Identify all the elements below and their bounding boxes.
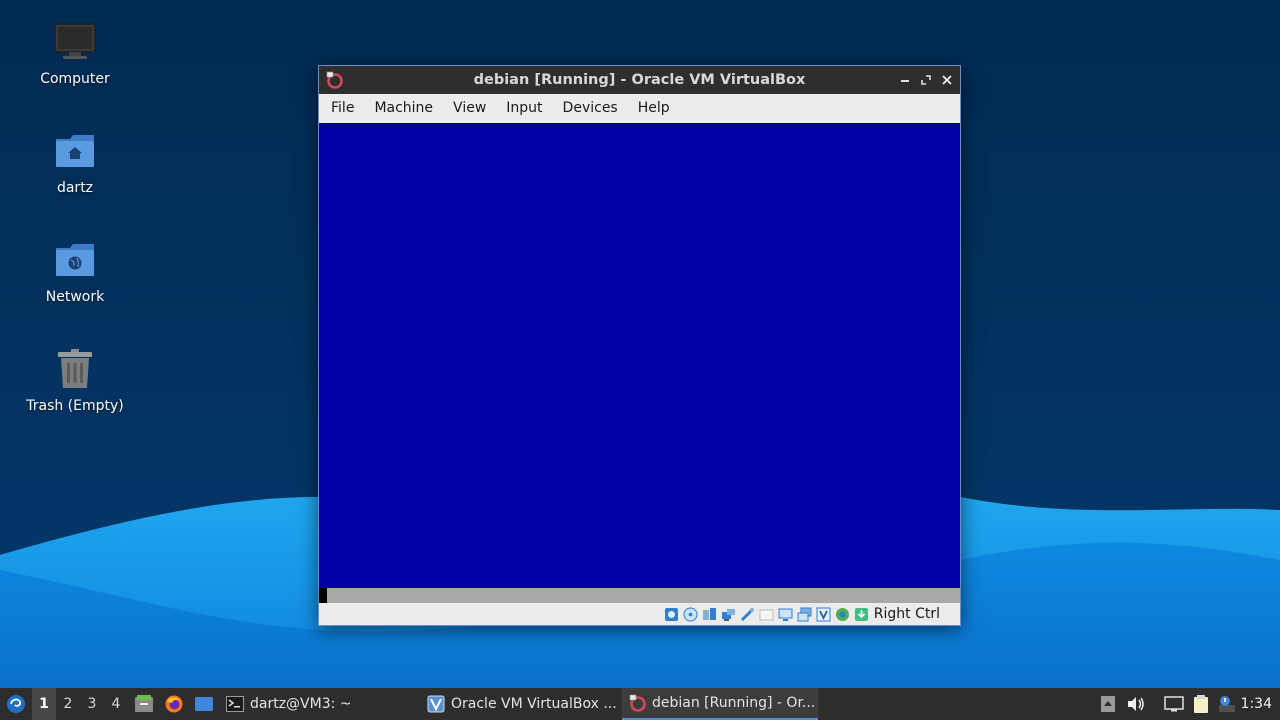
clipboard-manager[interactable]	[1190, 688, 1212, 720]
network-status[interactable]	[1163, 688, 1185, 720]
text-cursor	[319, 588, 327, 603]
minimize-icon	[901, 80, 909, 82]
desktop-icon-label: dartz	[56, 180, 94, 196]
network-icon[interactable]	[721, 606, 737, 622]
network-folder-icon	[51, 236, 99, 284]
task-label: debian [Running] - Or...	[652, 695, 816, 711]
desktop-icon-label: Trash (Empty)	[26, 398, 124, 414]
workspace-4[interactable]: 4	[104, 688, 128, 720]
desktop-icon-computer[interactable]: Computer	[10, 18, 140, 87]
virtualbox-vm-icon	[628, 694, 646, 712]
vt-x-icon[interactable]	[816, 606, 832, 622]
window-title: debian [Running] - Oracle VM VirtualBox	[473, 72, 806, 88]
start-menu-button[interactable]	[4, 688, 28, 720]
virtualbox-manager-icon	[427, 695, 445, 713]
app-menu-icon	[7, 695, 25, 713]
guest-additions-icon[interactable]	[835, 606, 851, 622]
shared-folders-icon[interactable]	[759, 606, 775, 622]
task-debian-vm[interactable]: debian [Running] - Or...	[622, 688, 818, 720]
wired-network-icon	[1164, 696, 1184, 712]
workspace-1[interactable]: 1	[32, 688, 56, 720]
desktop-icon-label: Network	[45, 289, 105, 305]
menu-devices[interactable]: Devices	[553, 94, 628, 123]
volume-icon	[1128, 697, 1144, 711]
hard-disk-icon[interactable]	[664, 606, 680, 622]
tray-expander[interactable]	[1098, 688, 1118, 720]
launcher-show-desktop[interactable]	[192, 688, 216, 720]
mouse-integration-icon[interactable]	[854, 606, 870, 622]
menu-file[interactable]: File	[321, 94, 364, 123]
home-folder-icon	[51, 127, 99, 175]
desktop-icon-label: Computer	[40, 71, 110, 87]
menu-view[interactable]: View	[443, 94, 496, 123]
virtualbox-vm-icon	[325, 71, 343, 89]
recording-icon[interactable]	[797, 606, 813, 622]
host-key-label[interactable]: Right Ctrl	[874, 606, 940, 622]
launcher-file-manager[interactable]	[132, 688, 156, 720]
usb-icon[interactable]	[740, 606, 756, 622]
firefox-icon	[165, 695, 183, 713]
update-notifier[interactable]	[1216, 688, 1238, 720]
optical-drive-icon[interactable]	[683, 606, 699, 622]
clipboard-icon	[1194, 695, 1208, 713]
window-titlebar[interactable]: debian [Running] - Oracle VM VirtualBox	[319, 66, 960, 94]
desktop-icon-home-folder[interactable]: dartz	[10, 127, 140, 196]
update-icon	[1219, 696, 1235, 712]
vm-console-line	[319, 588, 960, 603]
clock[interactable]: 1:34	[1241, 688, 1272, 720]
file-manager-icon	[135, 695, 153, 712]
workspace-3[interactable]: 3	[80, 688, 104, 720]
task-virtualbox-manager[interactable]: Oracle VM VirtualBox ...	[421, 688, 619, 720]
menu-help[interactable]: Help	[628, 94, 680, 123]
show-desktop-icon	[195, 697, 213, 711]
trash-icon	[51, 345, 99, 393]
volume-control[interactable]	[1126, 688, 1146, 720]
desktop-icon-trash[interactable]: Trash (Empty)	[10, 345, 140, 414]
computer-icon	[51, 18, 99, 66]
close-button[interactable]	[938, 71, 956, 89]
vm-status-bar: Right Ctrl	[319, 603, 960, 625]
display-icon[interactable]	[778, 606, 794, 622]
close-icon	[942, 75, 952, 85]
virtualbox-vm-window[interactable]: debian [Running] - Oracle VM VirtualBox …	[318, 65, 961, 626]
desktop-icon-network[interactable]: Network	[10, 236, 140, 305]
audio-icon[interactable]	[702, 606, 718, 622]
chevron-up-icon	[1101, 696, 1115, 712]
menu-input[interactable]: Input	[496, 94, 552, 123]
task-label: dartz@VM3: ~	[250, 696, 352, 712]
taskbar: 1 2 3 4 dartz@VM3: ~ Oracle VM VirtualBo…	[0, 688, 1280, 720]
task-terminal[interactable]: dartz@VM3: ~	[220, 688, 418, 720]
vm-display[interactable]	[319, 123, 960, 588]
terminal-icon	[226, 695, 244, 713]
menu-machine[interactable]: Machine	[364, 94, 443, 123]
maximize-button[interactable]	[917, 71, 935, 89]
maximize-icon	[921, 75, 931, 85]
minimize-button[interactable]	[896, 71, 914, 89]
task-label: Oracle VM VirtualBox ...	[451, 696, 617, 712]
workspace-2[interactable]: 2	[56, 688, 80, 720]
launcher-firefox[interactable]	[162, 688, 186, 720]
menu-bar: File Machine View Input Devices Help	[319, 94, 960, 123]
